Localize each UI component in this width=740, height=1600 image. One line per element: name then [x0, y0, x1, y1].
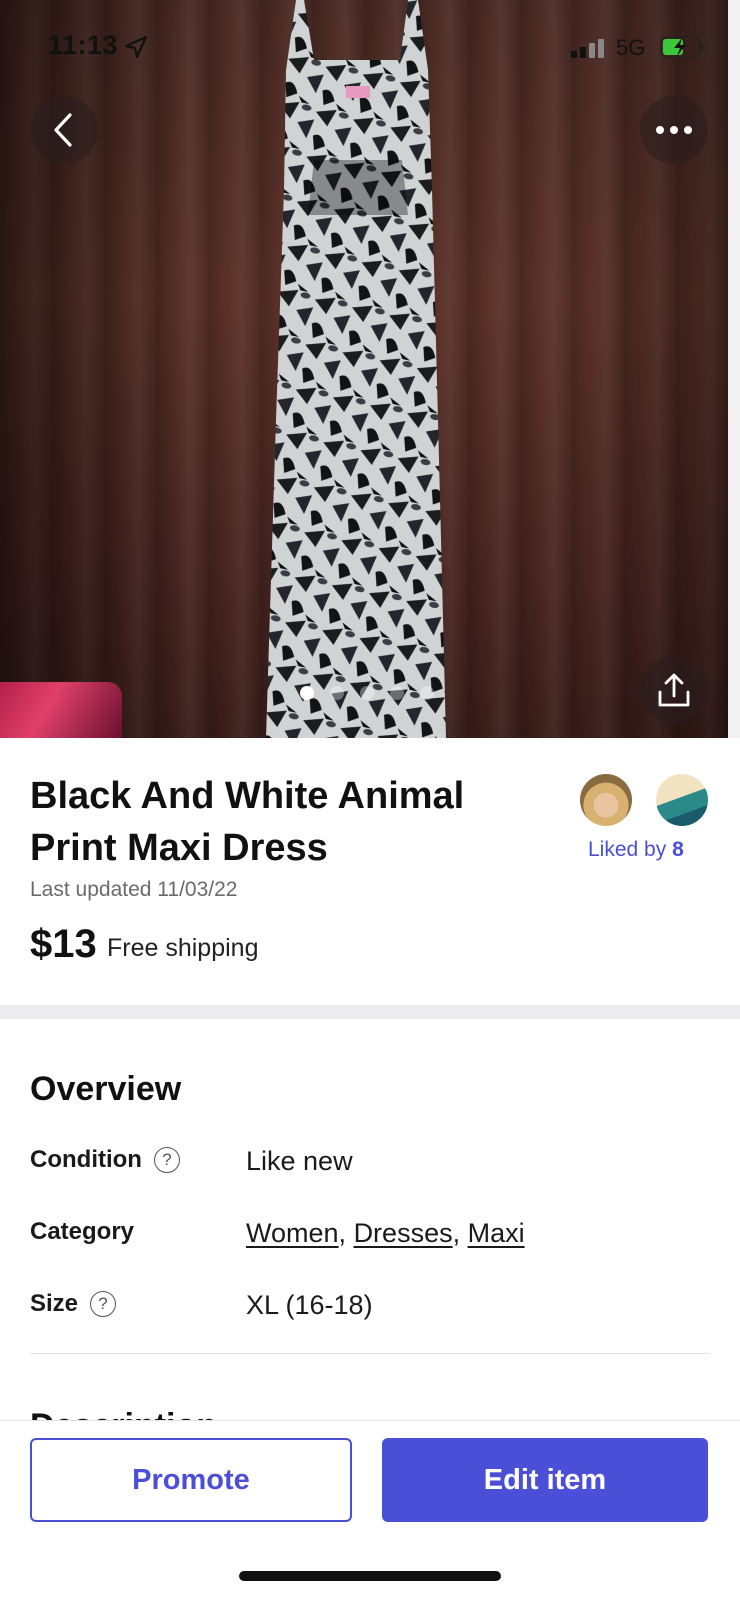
back-button[interactable] — [30, 96, 98, 164]
share-button[interactable] — [640, 656, 708, 724]
more-options-button[interactable] — [640, 96, 708, 164]
background-bag — [0, 682, 122, 738]
avatar[interactable] — [580, 774, 632, 826]
avatar[interactable] — [656, 774, 708, 826]
status-bar: 11:13 5G — [0, 0, 740, 96]
divider — [30, 1353, 710, 1354]
more-horizontal-icon — [656, 126, 692, 134]
edit-item-button[interactable]: Edit item — [382, 1438, 708, 1522]
section-divider — [0, 1005, 740, 1019]
last-updated: Last updated 11/03/22 — [30, 878, 238, 901]
condition-value: Like new — [246, 1146, 353, 1176]
signal-icon — [571, 39, 604, 58]
carousel-dot[interactable] — [300, 686, 314, 700]
battery-charging-icon — [660, 36, 703, 58]
item-title: Black And White Animal Print Maxi Dress — [30, 775, 465, 869]
category-separator: , — [452, 1218, 468, 1248]
promote-button[interactable]: Promote — [30, 1438, 352, 1522]
category-link-maxi[interactable]: Maxi — [468, 1218, 525, 1248]
carousel-dot[interactable] — [420, 686, 434, 700]
liked-by-label: Liked by — [588, 838, 673, 861]
carousel-dot[interactable] — [390, 686, 404, 700]
chevron-left-icon — [54, 113, 72, 147]
carousel-indicator[interactable] — [300, 686, 434, 700]
location-arrow-icon — [125, 36, 147, 58]
category-value: Women, Dresses, Maxi — [246, 1218, 525, 1249]
photo-shadow — [0, 0, 200, 738]
category-link-dresses[interactable]: Dresses — [354, 1218, 453, 1248]
help-icon[interactable]: ? — [90, 1291, 117, 1317]
liked-by-link[interactable]: Liked by 8 — [588, 838, 684, 862]
help-icon[interactable]: ? — [153, 1147, 180, 1173]
size-value: XL (16-18) — [246, 1290, 373, 1320]
category-separator: , — [338, 1218, 354, 1248]
category-link-women[interactable]: Women — [246, 1218, 339, 1248]
carousel-dot[interactable] — [360, 686, 374, 700]
overview-heading: Overview — [30, 1070, 182, 1108]
photo-edge — [728, 0, 740, 738]
home-indicator[interactable] — [239, 1571, 501, 1581]
bottom-action-bar: Promote Edit item — [0, 1420, 740, 1600]
shipping-info: Free shipping — [107, 934, 259, 962]
share-icon — [658, 673, 690, 707]
item-price: $13 — [30, 922, 97, 966]
category-label-row: Category — [30, 1218, 134, 1246]
condition-label-row: Condition ? — [30, 1146, 180, 1174]
category-label: Category — [30, 1218, 135, 1245]
size-label-row: Size ? — [30, 1290, 117, 1318]
liked-by-count: 8 — [672, 838, 684, 861]
dress-photo — [266, 0, 446, 738]
network-label: 5G — [616, 35, 646, 60]
size-label: Size — [30, 1290, 79, 1317]
carousel-dot[interactable] — [330, 686, 344, 700]
condition-label: Condition — [30, 1146, 142, 1173]
listing-photo[interactable] — [0, 0, 740, 738]
status-time: 11:13 — [48, 30, 119, 60]
